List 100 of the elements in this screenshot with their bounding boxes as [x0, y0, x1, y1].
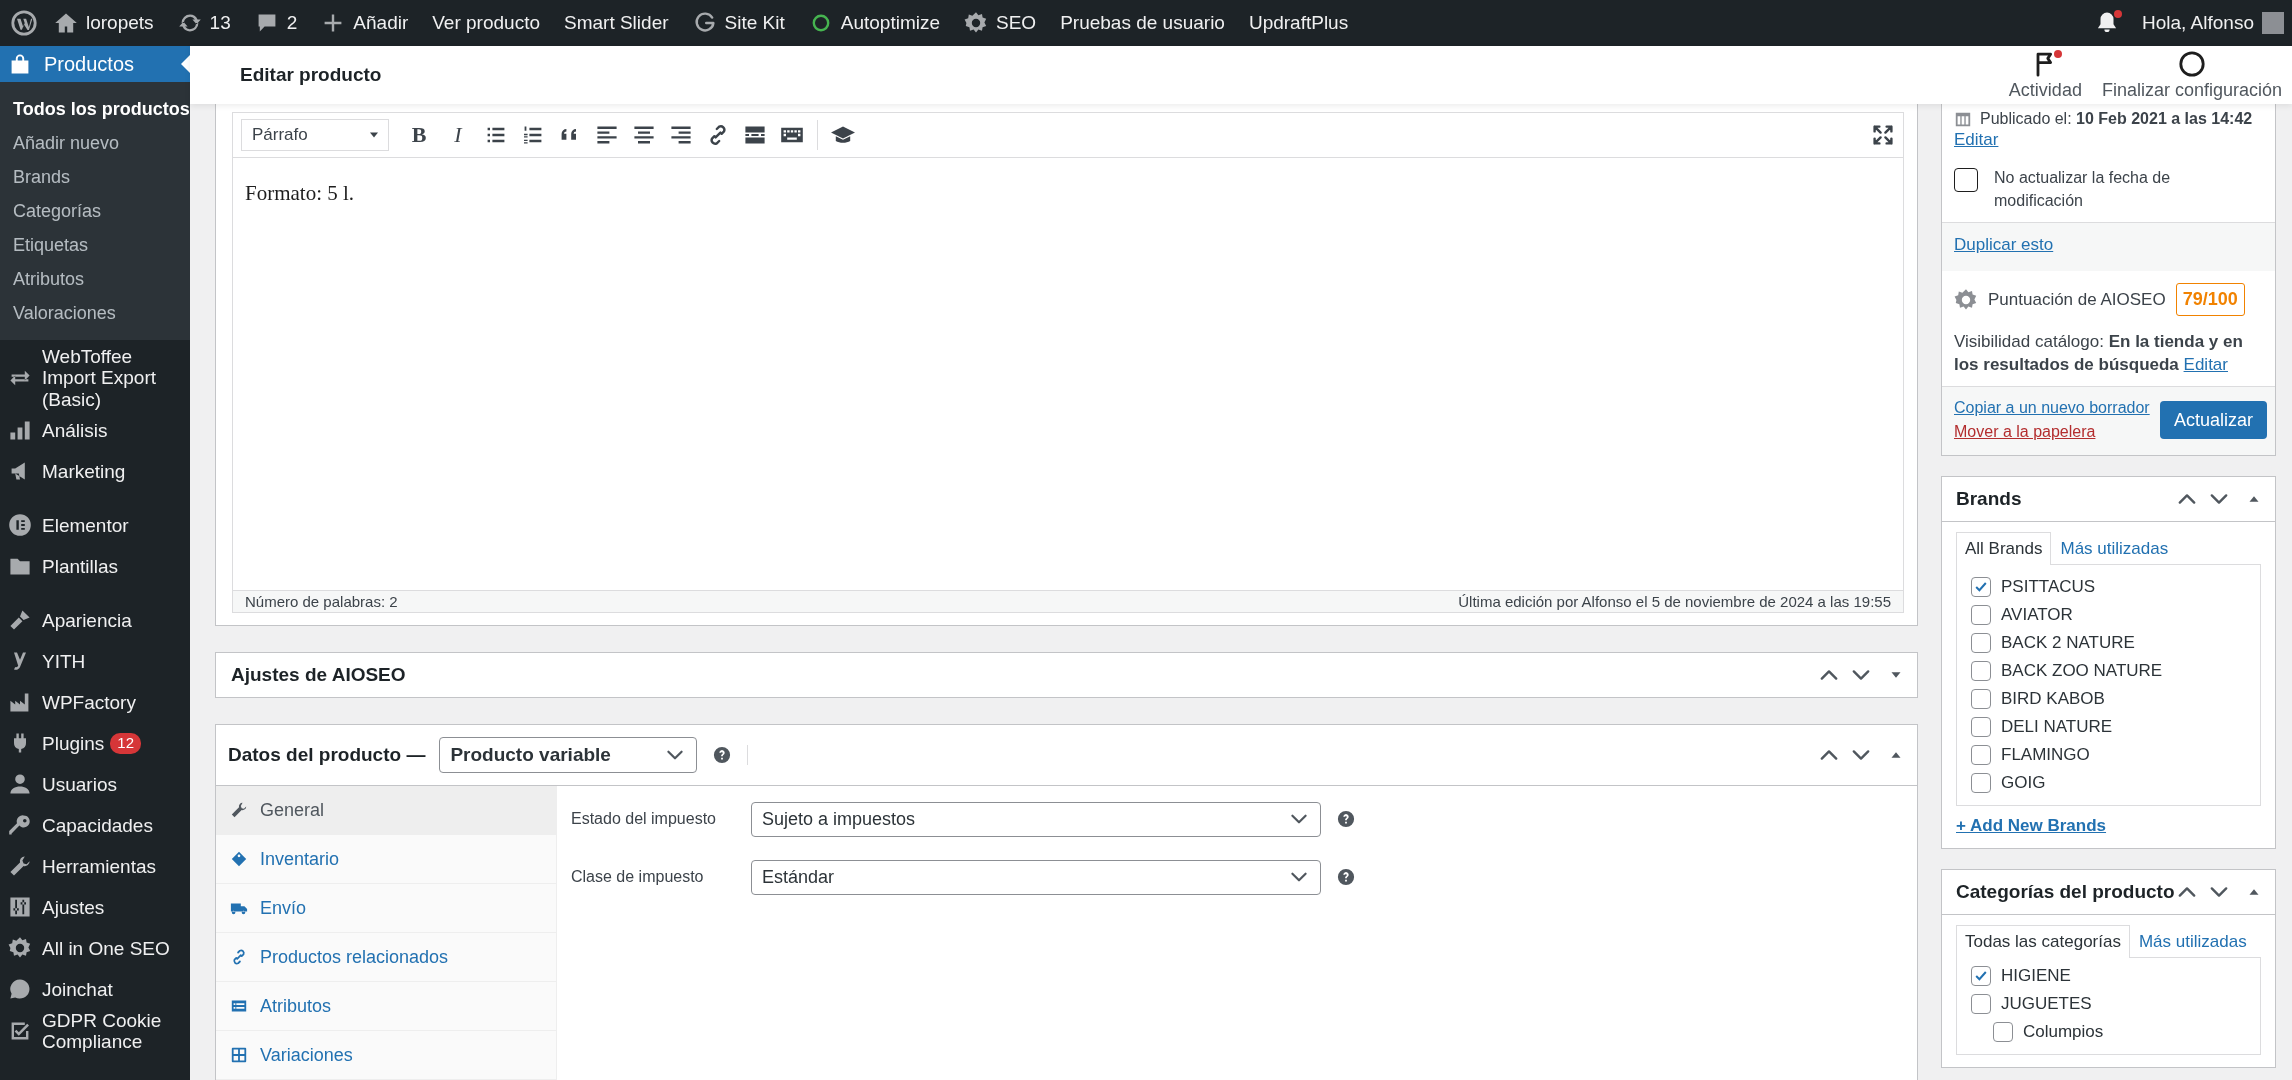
update-button[interactable]: Actualizar — [2159, 401, 2267, 439]
sidebar-menu-item[interactable]: Análisis — [0, 409, 190, 451]
checkbox[interactable] — [1971, 966, 1991, 986]
format-select[interactable]: Párrafo — [241, 119, 389, 151]
notification-dot — [2054, 49, 2063, 58]
person-icon — [8, 772, 32, 797]
wrench-icon — [230, 801, 248, 819]
editor-text: Formato: 5 l. — [245, 181, 356, 206]
checkbox[interactable] — [1971, 717, 1991, 737]
g-logo-icon — [692, 11, 717, 35]
submenu-item[interactable]: Todos los productos — [0, 92, 190, 126]
help-icon — [1337, 810, 1355, 828]
admin-bar-link[interactable]: loropets — [54, 11, 154, 35]
checkbox[interactable] — [1971, 633, 1991, 653]
sidebar-menu-item[interactable]: GDPR Cookie Compliance — [0, 1009, 190, 1053]
panel-tab[interactable]: All Brands — [1956, 532, 2052, 565]
catalog-visibility-text: Visibilidad catálogo: En la tienda y en los resultados de búsqueda Editar — [1954, 331, 2244, 376]
panel-tab[interactable]: Más utilizadas — [2051, 532, 2178, 565]
add-new-link[interactable]: + Add New Brands — [1956, 816, 2107, 836]
header-action[interactable]: Actividad — [1998, 49, 2092, 101]
submenu-item[interactable]: Añadir nuevo — [0, 126, 190, 160]
format-button[interactable]: I — [445, 122, 471, 148]
sidebar-menu-item[interactable]: Elementor — [0, 504, 190, 546]
sidebar-menu-item[interactable]: YITH — [0, 640, 190, 682]
admin-bar-link[interactable]: Ver producto — [432, 12, 540, 34]
checkbox[interactable] — [1971, 773, 1991, 793]
admin-bar-link[interactable]: Autoptimize — [808, 11, 940, 35]
sidebar-menu-item[interactable]: Herramientas — [0, 845, 190, 887]
notification-dot — [2114, 10, 2123, 18]
checkbox-label: DELI NATURE — [2001, 717, 2113, 737]
sidebar-menu-item[interactable]: Ajustes — [0, 886, 190, 928]
key-icon — [8, 813, 32, 838]
format-button[interactable]: B — [406, 122, 432, 148]
submenu-item[interactable]: Categorías — [0, 194, 190, 228]
sidebar-menu-item[interactable]: Plantillas — [0, 545, 190, 587]
duplicate-link[interactable]: Duplicar esto — [1954, 235, 2054, 254]
logo-icon[interactable] — [10, 9, 38, 37]
product-data-tab[interactable]: Atributos — [216, 982, 556, 1031]
product-data-tab[interactable]: General — [216, 786, 556, 835]
product-data-tab[interactable]: Variaciones — [216, 1031, 556, 1080]
admin-bar-link[interactable]: 2 — [254, 11, 298, 35]
greeting-link[interactable]: Hola, Alfonso — [2142, 12, 2254, 34]
last-edit-text: Última edición por Alfonso el 5 de noviembre de 2024 a las 19:55 — [1458, 593, 1891, 610]
panel-title: Brands — [1956, 488, 2022, 510]
header-action[interactable]: Finalizar configuración — [2091, 49, 2292, 101]
admin-bar-link[interactable]: Pruebas de usuario — [1060, 12, 1225, 34]
product-data-tab[interactable]: Productos relacionados — [216, 933, 556, 982]
sidebar-menu-item[interactable]: WebToffee Import Export (Basic) — [0, 346, 190, 410]
sidebar-menu-item[interactable]: WPFactory — [0, 681, 190, 723]
checkbox[interactable] — [1971, 577, 1991, 597]
trash-link[interactable]: Mover a la papelera — [1954, 423, 2150, 441]
panel-tab[interactable]: Todas las categorías — [1956, 925, 2130, 958]
admin-bar-link[interactable]: Añadir — [321, 11, 409, 35]
update-count: 12 — [110, 732, 141, 754]
edit-link[interactable]: Editar — [2183, 355, 2228, 374]
admin-bar-link[interactable]: Smart Slider — [564, 12, 669, 34]
published-date: Publicado el: 10 Feb 2021 a las 14:42 — [1980, 110, 2253, 128]
tax-select[interactable]: Sujeto a impuestos — [751, 801, 1321, 837]
sidebar-menu-item[interactable]: Marketing — [0, 450, 190, 492]
checkbox[interactable] — [1954, 168, 1978, 192]
sidebar-menu-item[interactable]: All in One SEO — [0, 927, 190, 969]
checkbox[interactable] — [1993, 1022, 2013, 1042]
admin-bar-link[interactable]: Site Kit — [692, 11, 785, 35]
admin-bar-link[interactable]: SEO — [964, 11, 1037, 35]
panel-tab[interactable]: Más utilizadas — [2129, 925, 2256, 958]
sidebar-menu-item[interactable]: Joinchat — [0, 968, 190, 1010]
tax-select[interactable]: Estándar — [751, 859, 1321, 895]
product-type-select[interactable]: Producto variable — [439, 737, 698, 773]
panel-title: Ajustes de AIOSEO — [231, 664, 406, 686]
admin-bar-link[interactable]: UpdraftPlus — [1248, 12, 1349, 34]
sidebar-menu-item[interactable]: Productos — [0, 46, 190, 82]
fullscreen-icon[interactable] — [1871, 123, 1895, 147]
circle-lines-icon — [8, 513, 32, 538]
edit-link[interactable]: Editar — [1954, 130, 1999, 149]
score-label: Puntuación de AIOSEO — [1988, 289, 2166, 310]
submenu-item[interactable]: Etiquetas — [0, 228, 190, 262]
circle-icon — [2177, 49, 2206, 78]
sidebar-menu-item[interactable]: Usuarios — [0, 763, 190, 805]
submenu-item[interactable]: Valoraciones — [0, 296, 190, 330]
sidebar-menu-item[interactable]: Capacidades — [0, 804, 190, 846]
submenu-item[interactable]: Brands — [0, 160, 190, 194]
checkbox-label: AVIATOR — [2001, 605, 2073, 625]
checkbox[interactable] — [1971, 605, 1991, 625]
checkbox[interactable] — [1971, 745, 1991, 765]
checkbox[interactable] — [1971, 994, 1991, 1014]
sidebar-menu-item[interactable]: Plugins 12 — [0, 722, 190, 764]
admin-bar-link[interactable]: 13 — [177, 11, 231, 35]
gear-icon — [964, 11, 988, 35]
diamond-icon — [230, 850, 248, 868]
gear-icon — [1954, 287, 1978, 312]
copy-draft-link[interactable]: Copiar a un nuevo borrador — [1954, 399, 2150, 417]
checkbox[interactable] — [1971, 661, 1991, 681]
sidebar-menu-item[interactable]: Apariencia — [0, 599, 190, 641]
product-data-tab[interactable]: Inventario — [216, 835, 556, 884]
submenu-item[interactable]: Atributos — [0, 262, 190, 296]
product-data-tab[interactable]: Envío — [216, 884, 556, 933]
checkbox-label: FLAMINGO — [2001, 745, 2090, 765]
chat-icon — [8, 977, 32, 1002]
checkbox[interactable] — [1971, 689, 1991, 709]
calendar-icon — [1954, 110, 1972, 128]
